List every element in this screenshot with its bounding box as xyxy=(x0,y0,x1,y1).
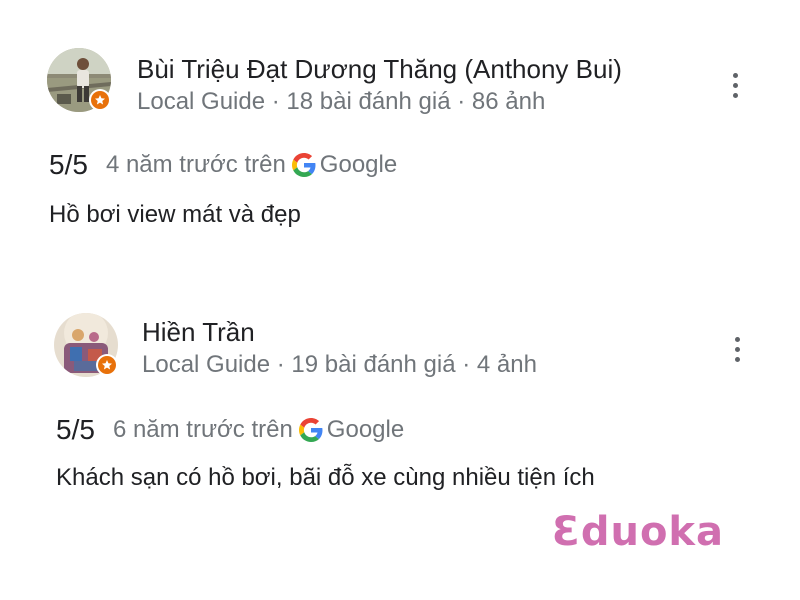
eduoka-watermark-logo: Ɛduoka xyxy=(552,509,725,555)
author-meta: Local Guide · 18 bài đánh giá · 86 ảnh xyxy=(137,88,546,115)
review-time: 6 năm trước trên xyxy=(112,416,293,443)
google-g-icon xyxy=(291,153,316,177)
review-source: Google xyxy=(326,416,405,443)
rating-score: 5/5 xyxy=(56,414,95,445)
local-guide-badge xyxy=(96,354,118,376)
more-dot-icon xyxy=(734,356,740,362)
rating-row: 5/5 6 năm trước trên Google xyxy=(56,414,404,446)
more-dot-icon xyxy=(732,82,738,88)
local-guide-badge xyxy=(89,89,111,111)
review-text: Khách sạn có hồ bơi, bãi đỗ xe cùng nhiề… xyxy=(56,464,595,491)
more-dot-icon xyxy=(734,346,740,352)
review-time: 4 năm trước trên xyxy=(105,151,286,178)
rating-row: 5/5 4 năm trước trên Google xyxy=(49,149,397,181)
review-text: Hồ bơi view mát và đẹp xyxy=(49,201,301,228)
author-name[interactable]: Bùi Triệu Đạt Dương Thăng (Anthony Bui) xyxy=(137,53,622,85)
more-dot-icon xyxy=(734,336,740,342)
google-g-icon xyxy=(298,418,323,442)
local-guide-star-icon xyxy=(91,91,109,109)
review-source: Google xyxy=(319,151,398,178)
author-meta: Local Guide · 19 bài đánh giá · 4 ảnh xyxy=(142,351,537,378)
more-options-button[interactable] xyxy=(723,67,747,103)
more-options-button[interactable] xyxy=(725,331,749,367)
more-dot-icon xyxy=(732,92,738,98)
more-dot-icon xyxy=(732,72,738,78)
reviews-page: Bùi Triệu Đạt Dương Thăng (Anthony Bui) … xyxy=(0,0,800,600)
rating-score: 5/5 xyxy=(49,149,88,180)
local-guide-star-icon xyxy=(98,356,116,374)
author-name[interactable]: Hiền Trần xyxy=(142,316,255,348)
